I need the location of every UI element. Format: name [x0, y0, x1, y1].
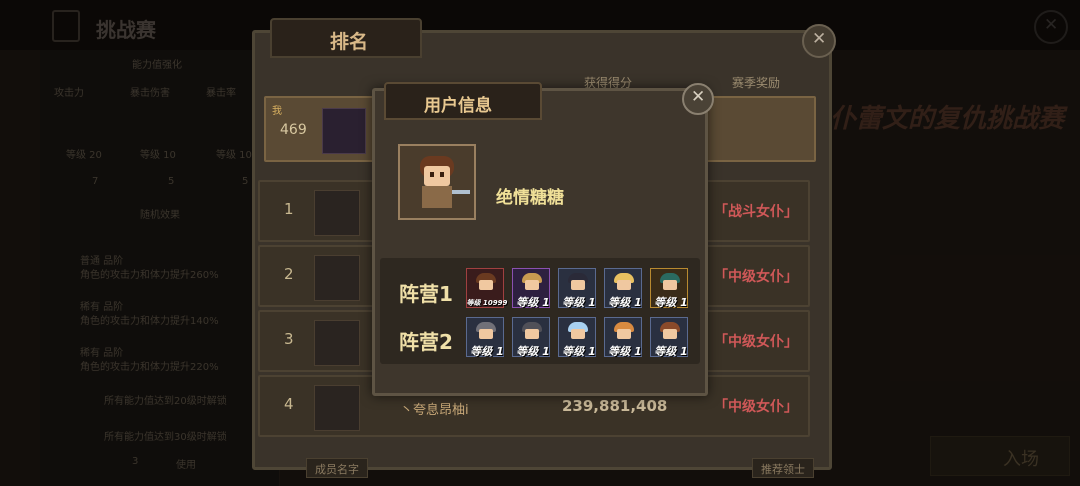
- hero-level: 等级 10999: [466, 299, 508, 307]
- team2-label: 阵营2: [399, 330, 453, 354]
- player-score: 239,881,408: [562, 397, 668, 415]
- hero-slot[interactable]: 等级 1: [604, 268, 642, 309]
- player-name: 丶夸息昂柚i: [400, 403, 469, 418]
- my-rank-label: 我: [272, 106, 282, 117]
- hero-slot[interactable]: 等级 1: [604, 317, 642, 358]
- hero-slot[interactable]: 等级 1: [650, 317, 688, 358]
- hero-level: 等级 1: [562, 296, 596, 309]
- user-portrait: [398, 144, 476, 220]
- hero-level: 等级 1: [608, 296, 642, 309]
- hero-icon: [614, 273, 634, 295]
- avatar: [322, 108, 366, 154]
- member-name-button[interactable]: 成员名字: [306, 458, 368, 478]
- reward-text: 「中级女仆」: [714, 399, 798, 415]
- hero-icon: [522, 273, 542, 295]
- avatar: [314, 320, 360, 366]
- user-info-close-icon[interactable]: [682, 83, 714, 115]
- reward-text: 「中级女仆」: [714, 269, 798, 285]
- user-info-tab-label: 用户信息: [424, 96, 492, 116]
- hero-icon: [614, 322, 634, 344]
- hero-icon: [476, 322, 496, 344]
- rank-number: 4: [284, 395, 294, 413]
- reward-text: 「中级女仆」: [714, 334, 798, 350]
- reward-text: 「战斗女仆」: [714, 204, 798, 220]
- character-portrait-icon: [420, 156, 470, 208]
- hero-icon: [568, 273, 588, 295]
- hero-icon: [568, 322, 588, 344]
- hero-slot[interactable]: 等级 1: [466, 317, 504, 358]
- recommend-button[interactable]: 推荐领士: [752, 458, 814, 478]
- hero-level: 等级 1: [608, 345, 642, 358]
- rank-number: 2: [284, 265, 294, 283]
- hero-level: 等级 1: [562, 345, 596, 358]
- hero-icon: [522, 322, 542, 344]
- hero-slot[interactable]: 等级 10999: [466, 268, 507, 308]
- avatar: [314, 385, 360, 431]
- reward-header: 赛季奖励: [732, 76, 781, 90]
- ranking-tab-label: 排名: [330, 31, 369, 53]
- hero-level: 等级 1: [470, 345, 504, 358]
- hero-slot[interactable]: 等级 1: [650, 268, 688, 309]
- ranking-tab: 排名: [270, 18, 422, 58]
- hero-level: 等级 1: [654, 296, 688, 309]
- hero-slot[interactable]: 等级 1: [512, 317, 550, 358]
- hero-level: 等级 1: [516, 296, 550, 309]
- my-rank-value: 469: [280, 122, 307, 138]
- hero-slot[interactable]: 等级 1: [558, 317, 596, 358]
- avatar: [314, 255, 360, 301]
- hero-icon: [476, 273, 496, 295]
- rank-number: 3: [284, 330, 294, 348]
- hero-icon: [660, 273, 680, 295]
- avatar: [314, 190, 360, 236]
- user-name: 绝情糖糖: [496, 188, 564, 208]
- user-info-tab: 用户信息: [384, 82, 542, 120]
- hero-slot[interactable]: 等级 1: [558, 268, 596, 309]
- hero-icon: [660, 322, 680, 344]
- ranking-close-icon[interactable]: [802, 24, 836, 58]
- hero-slot[interactable]: 等级 1: [512, 268, 550, 309]
- rank-number: 1: [284, 200, 294, 218]
- hero-level: 等级 1: [654, 345, 688, 358]
- hero-level: 等级 1: [516, 345, 550, 358]
- team1-label: 阵营1: [399, 282, 453, 306]
